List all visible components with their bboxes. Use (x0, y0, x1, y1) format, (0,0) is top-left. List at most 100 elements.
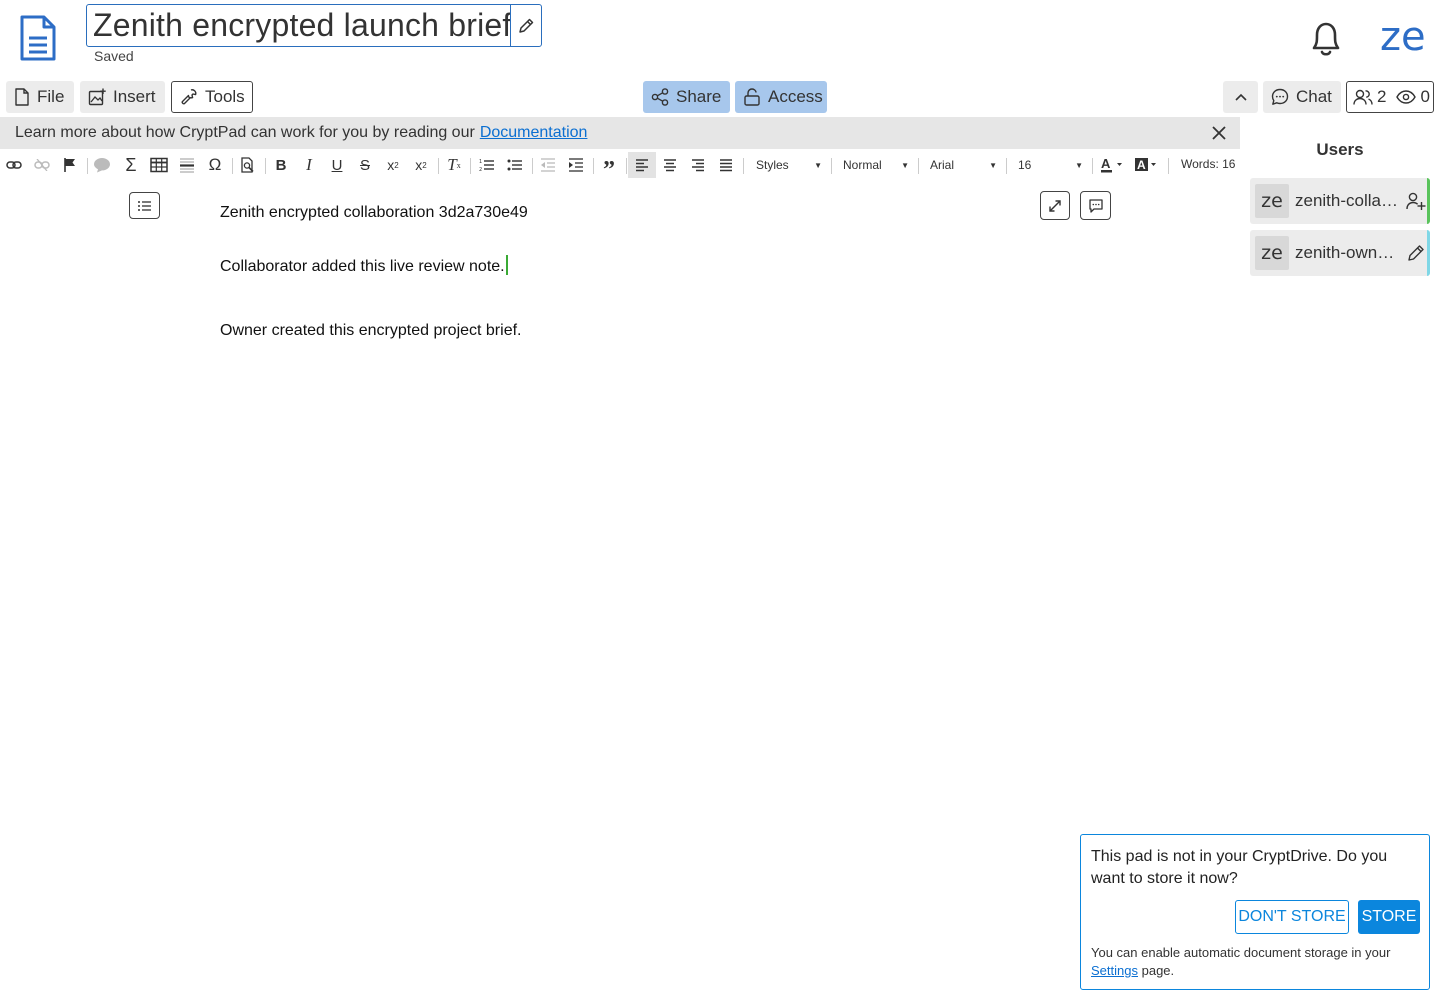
horizontal-rule-icon[interactable] (177, 155, 197, 175)
store-in-drive-popup: This pad is not in your CryptDrive. Do y… (1080, 834, 1430, 990)
italic-icon[interactable]: I (299, 155, 319, 175)
sigma-formula-icon[interactable]: Σ (121, 155, 141, 175)
toolbar-separator (532, 158, 533, 174)
align-right-icon[interactable] (688, 155, 708, 175)
hint-prefix: You can enable automatic document storag… (1091, 945, 1391, 960)
align-left-icon[interactable] (632, 155, 652, 175)
toolbar-separator (626, 158, 627, 174)
comments-toggle-button[interactable] (1080, 191, 1111, 220)
wrench-icon (181, 89, 197, 105)
font-dropdown[interactable]: Arial ▼ (930, 155, 1001, 175)
font-size-dropdown[interactable]: 16 ▼ (1018, 155, 1087, 175)
strikethrough-icon[interactable]: S (355, 155, 375, 175)
link-icon[interactable] (4, 155, 24, 175)
expand-icon (1049, 199, 1061, 212)
info-banner-text: Learn more about how CryptPad can work f… (15, 124, 475, 141)
toolbar-separator (438, 158, 439, 174)
hint-suffix: page. (1141, 963, 1175, 978)
toolbar-separator (1092, 158, 1093, 174)
add-user-icon[interactable] (1406, 191, 1426, 211)
table-icon[interactable] (149, 155, 169, 175)
userlist-button[interactable]: 2 0 (1346, 81, 1434, 113)
document-title-field[interactable]: Zenith encrypted launch brief (86, 4, 542, 47)
save-status: Saved (94, 48, 134, 64)
underline-icon[interactable]: U (327, 155, 347, 175)
insert-image-icon (88, 88, 106, 106)
text-color-button[interactable]: A (1100, 155, 1128, 175)
tools-label: Tools (205, 87, 245, 106)
close-icon[interactable] (1210, 124, 1228, 142)
info-banner: Learn more about how CryptPad can work f… (0, 117, 1240, 149)
chat-button[interactable]: Chat (1263, 81, 1341, 113)
subscript-icon[interactable]: x2 (383, 155, 403, 175)
insert-menu-button[interactable]: Insert (80, 81, 165, 113)
user-card-owner[interactable]: ze zenith-owne… (1250, 230, 1430, 276)
dropdown-caret-icon: ▼ (989, 160, 997, 170)
document-paragraph[interactable]: Zenith encrypted collaboration 3d2a730e4… (220, 204, 528, 222)
chat-icon (1271, 88, 1289, 105)
share-button[interactable]: Share (643, 81, 730, 113)
toolbar-separator (1006, 158, 1007, 174)
bold-icon[interactable]: B (271, 155, 291, 175)
file-icon (15, 88, 29, 106)
document-paragraph[interactable]: Owner created this encrypted project bri… (220, 322, 521, 340)
background-color-button[interactable]: A (1134, 155, 1162, 175)
increase-indent-icon[interactable] (566, 155, 586, 175)
document-icon (20, 15, 56, 61)
table-of-contents-button[interactable] (129, 192, 160, 219)
svg-text:A: A (1101, 157, 1111, 171)
blockquote-icon[interactable]: ” (599, 155, 619, 183)
justify-icon[interactable] (716, 155, 736, 175)
decrease-indent-icon[interactable] (538, 155, 558, 175)
share-label: Share (676, 87, 722, 106)
chevron-up-icon (1234, 93, 1247, 101)
styles-dropdown[interactable]: Styles ▼ (756, 155, 826, 175)
pencil-icon[interactable] (1406, 243, 1426, 263)
expand-page-button[interactable] (1040, 191, 1070, 220)
superscript-icon[interactable]: x2 (411, 155, 431, 175)
unlink-icon[interactable] (32, 155, 52, 175)
preview-icon[interactable] (238, 155, 258, 175)
svg-text:1: 1 (479, 159, 482, 165)
documentation-link[interactable]: Documentation (480, 124, 588, 142)
editor-toolbar: Σ Ω B I U S x2 x2 Tx 12 ” Styles ▼ Norma… (0, 150, 1240, 183)
edit-title-button[interactable] (510, 5, 541, 46)
dont-store-button[interactable]: DON'T STORE (1235, 900, 1349, 934)
notifications-bell-icon[interactable] (1306, 17, 1346, 59)
format-value: Normal (843, 158, 882, 172)
svg-text:2: 2 (479, 167, 482, 172)
toolbar-separator (593, 158, 594, 174)
dropdown-caret-icon: ▼ (901, 160, 909, 170)
viewers-count: 0 (1420, 87, 1430, 106)
align-center-icon[interactable] (660, 155, 680, 175)
toolbar-separator (743, 158, 744, 174)
file-menu-button[interactable]: File (6, 81, 74, 113)
format-dropdown[interactable]: Normal ▼ (843, 155, 913, 175)
collapse-toolbar-button[interactable] (1223, 81, 1258, 113)
document-paragraph: Collaborator added this live review note… (220, 258, 505, 275)
remove-format-icon[interactable]: Tx (444, 155, 464, 175)
bulleted-list-icon[interactable] (505, 155, 525, 175)
user-avatar: ze (1255, 236, 1289, 270)
user-card-collaborator[interactable]: ze zenith-colla… (1250, 178, 1430, 224)
tools-menu-button[interactable]: Tools (171, 81, 253, 113)
outline-list-icon (137, 200, 151, 211)
styles-value: Styles (756, 158, 789, 172)
document-title[interactable]: Zenith encrypted launch brief (87, 7, 510, 44)
word-count: Words: 16 (1181, 157, 1236, 171)
share-icon (651, 88, 669, 106)
anchor-flag-icon[interactable] (60, 155, 80, 175)
document-paragraph-with-cursor[interactable]: Collaborator added this live review note… (220, 255, 508, 276)
dropdown-caret-icon: ▼ (814, 160, 822, 170)
comment-box-icon (1088, 198, 1103, 213)
numbered-list-icon[interactable]: 12 (477, 155, 497, 175)
user-avatar[interactable]: ze (1380, 14, 1426, 60)
settings-link[interactable]: Settings (1091, 963, 1138, 978)
special-character-omega-icon[interactable]: Ω (205, 155, 225, 175)
store-button[interactable]: STORE (1358, 900, 1420, 934)
insert-label: Insert (113, 87, 156, 106)
toolbar-separator (831, 158, 832, 174)
comment-icon[interactable] (92, 155, 112, 175)
access-button[interactable]: Access (735, 81, 827, 113)
toolbar-separator (87, 158, 88, 174)
